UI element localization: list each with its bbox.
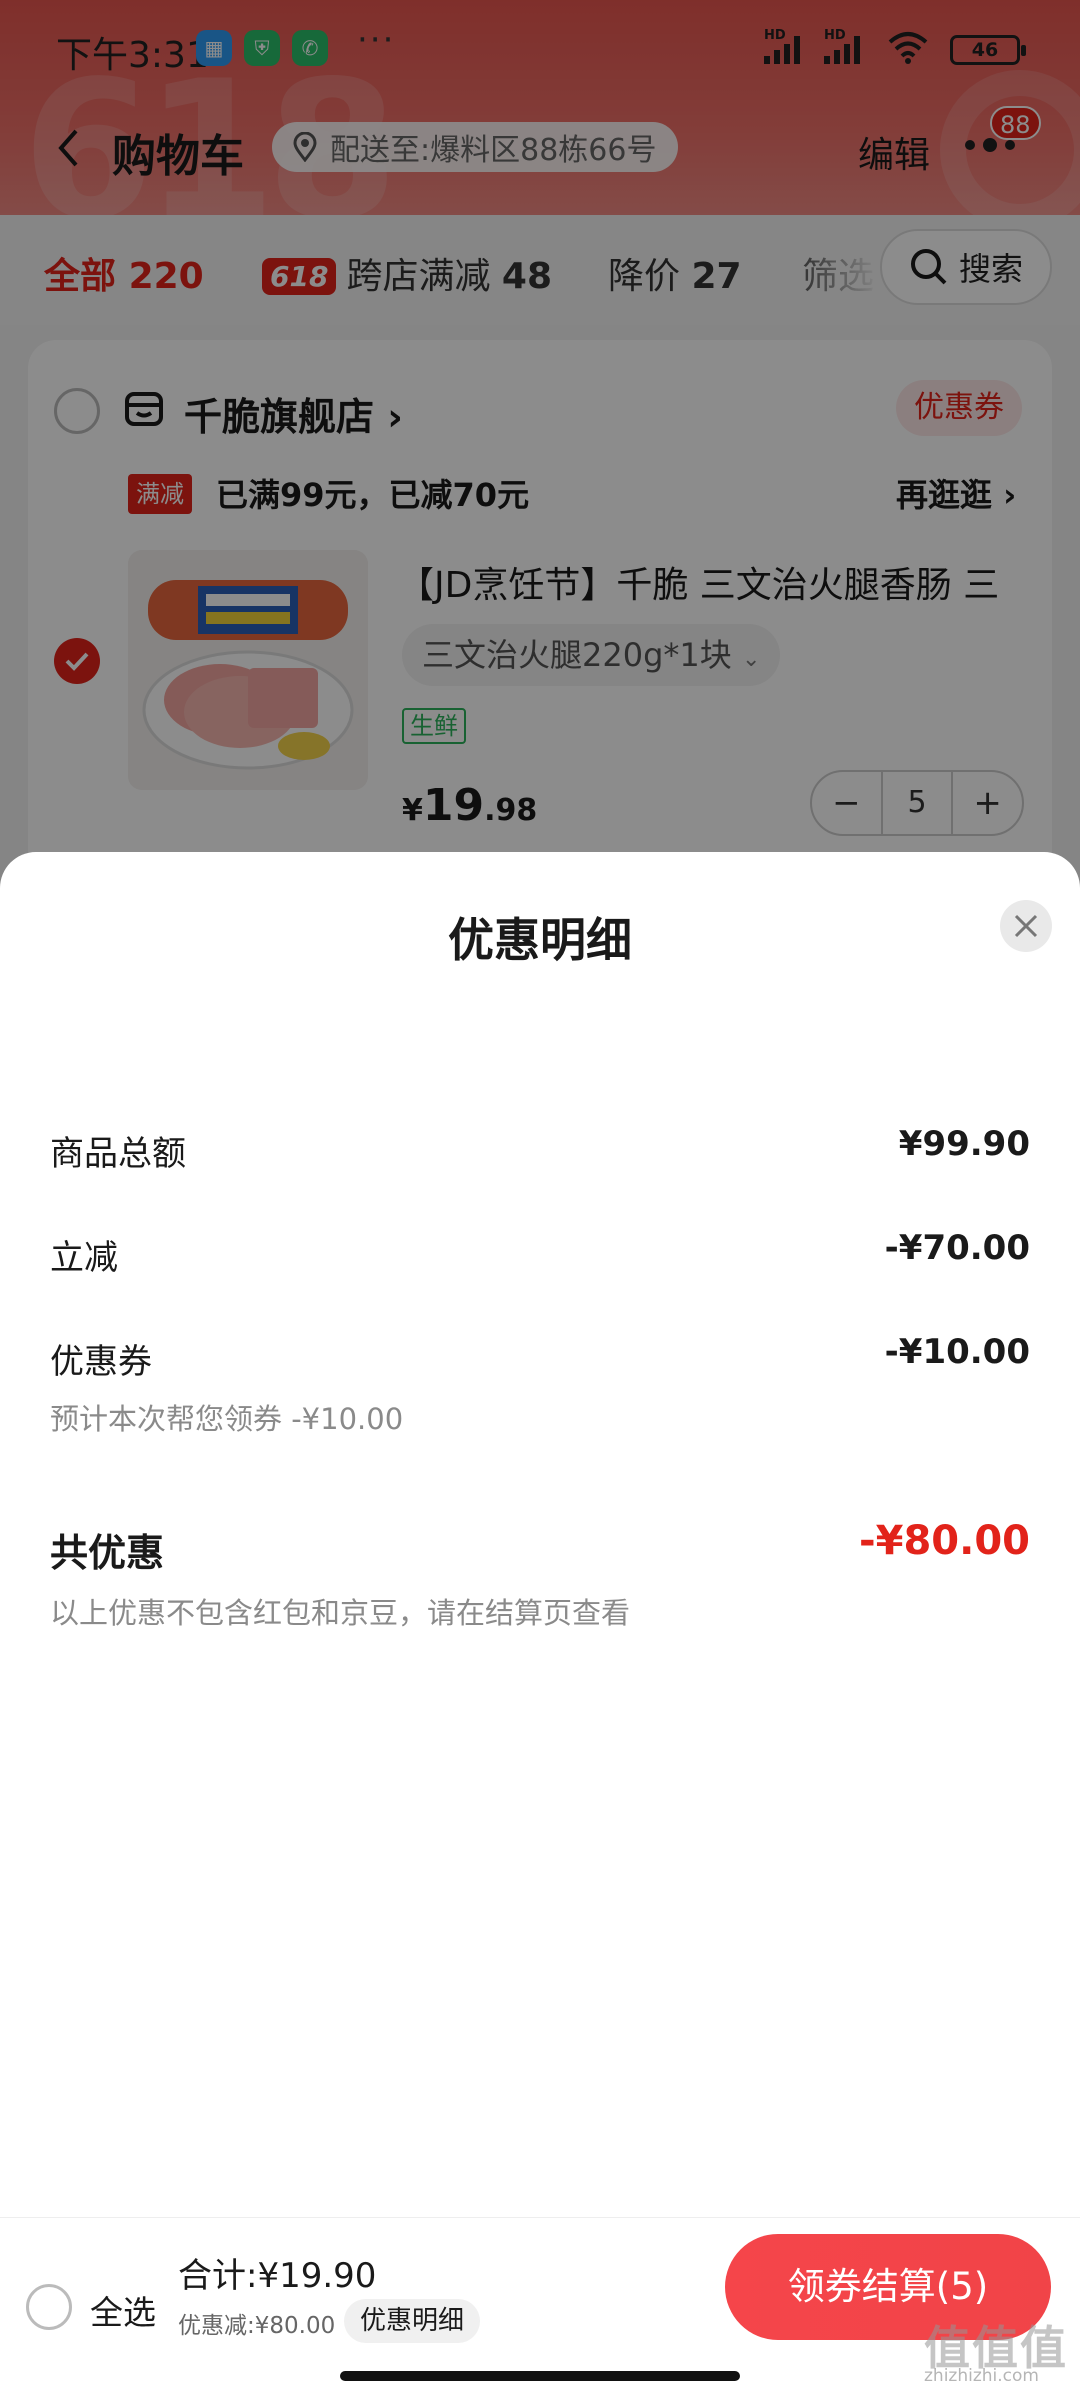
discount-detail-sheet: 优惠明细 商品总额 ¥99.90 立减 -¥70.00 优惠券 -¥10.00 … — [0, 852, 1080, 2217]
coupon-label: 优惠券 — [50, 1342, 152, 1382]
watermark-url: zhizhizhi.com — [924, 2366, 1039, 2386]
coupon-value: -¥10.00 — [884, 1332, 1030, 1372]
discount-disclaimer: 以上优惠不包含红包和京豆，请在结算页查看 — [50, 1596, 631, 1630]
discount-amount: 优惠减:¥80.00 — [178, 2313, 336, 2339]
close-icon — [1014, 914, 1038, 938]
total-discount-label: 共优惠 — [50, 1531, 165, 1575]
discount-detail-button[interactable]: 优惠明细 — [344, 2299, 481, 2343]
total-discount-value: -¥80.00 — [859, 1518, 1030, 1564]
sheet-title: 优惠明细 — [448, 913, 632, 967]
close-button[interactable] — [1000, 900, 1052, 952]
goods-total-label: 商品总额 — [50, 1134, 186, 1174]
goods-total-value: ¥99.90 — [898, 1124, 1030, 1164]
total-amount: 合计:¥19.90 — [178, 2256, 377, 2296]
select-all-checkbox[interactable] — [26, 2284, 72, 2330]
app-root: 618 下午3:31 ▦ ⛨ ✆ ··· HD HD 46 购物车 配送至:爆料… — [0, 0, 1080, 2400]
home-indicator[interactable] — [340, 2371, 740, 2381]
instant-discount-value: -¥70.00 — [884, 1228, 1030, 1268]
instant-discount-label: 立减 — [50, 1238, 118, 1278]
select-all-label[interactable]: 全选 — [90, 2286, 156, 2334]
coupon-note: 预计本次帮您领券 -¥10.00 — [50, 1402, 404, 1436]
